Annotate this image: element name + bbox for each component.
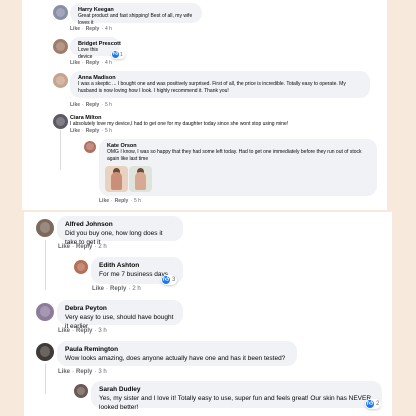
comment-text: I was a skeptic ... I bought one and was… [78,81,346,94]
comments-panel-top: Harry Keegan Great product and fast ship… [22,0,387,210]
comment-bubble: Sarah Dudley Yes, my sister and I love i… [91,381,382,411]
comment-author[interactable]: Edith Ashton [99,262,175,269]
reply-button[interactable]: Reply [76,328,92,334]
comment-actions: Like · Reply · 4 h [70,26,112,32]
reaction-number: 2 [376,401,380,407]
comment-actions: Like · Reply · 5 h [70,102,112,108]
reply-button[interactable]: Reply [115,198,129,204]
reaction-number: 3 [172,277,176,283]
comment-time: 2 h [132,286,141,292]
like-button[interactable]: Like [92,286,104,292]
comment-text: Yes, my sister and I love it! Totally ea… [99,395,372,411]
user-avatar-icon[interactable] [36,303,54,321]
reply-button[interactable]: Reply [86,102,100,108]
user-avatar-icon[interactable] [53,5,68,20]
thread-line [60,130,61,170]
reaction-number: 1 [120,51,123,58]
user-avatar-icon[interactable] [74,260,88,274]
comment-bubble: Harry Keegan Great product and fast ship… [70,3,202,26]
comment-author[interactable]: Paula Remington [65,346,289,353]
thread-line [45,364,46,394]
like-button[interactable]: Like [58,369,70,375]
comment-time: 5 h [133,198,141,204]
comment-text: Love this device [78,47,99,60]
comment-bubble: Debra Peyton Very easy to use, should ha… [57,300,183,330]
user-avatar-icon[interactable] [53,39,68,54]
comment-text: OMG I know, I was so happy that they had… [107,149,362,162]
like-button[interactable]: Like [58,244,70,250]
reply-button[interactable]: Reply [76,369,92,375]
comment-time: 4 h [104,26,112,32]
user-avatar-icon[interactable] [36,219,54,237]
comment-bubble: Alfred Johnson Did you buy one, how long… [57,216,183,246]
comments-panel-bottom: Alfred Johnson Did you buy one, how long… [24,212,392,416]
comment-time: 5 h [104,128,112,134]
thumbs-up-icon: 👍︎ [366,400,374,408]
reply-button[interactable]: Reply [76,244,92,250]
comment-actions: Like · Reply · 2 h [58,244,107,250]
thread-line [45,240,46,290]
photo-icon[interactable] [129,166,152,192]
reaction-count[interactable]: 👍︎ 3 [161,275,178,285]
photo-icon[interactable] [105,166,128,192]
like-button[interactable]: Like [70,60,80,66]
comment-author[interactable]: Alfred Johnson [65,221,175,228]
reply-button[interactable]: Reply [86,128,100,134]
comment-actions: Like · Reply · 5 h [70,128,112,134]
like-button[interactable]: Like [70,26,80,32]
thumbs-up-icon: 👍︎ [112,51,119,58]
like-button[interactable]: Like [99,198,109,204]
user-avatar-icon[interactable] [84,141,96,153]
reaction-count[interactable]: 👍︎ 2 [365,399,382,409]
thumbs-up-icon: 👍︎ [162,276,170,284]
like-button[interactable]: Like [58,328,70,334]
comment-time: 3 h [98,369,107,375]
like-button[interactable]: Like [70,128,80,134]
user-avatar-icon[interactable] [53,73,68,88]
comment-actions: Like · Reply · 5 h [99,198,141,204]
comment-time: 3 h [98,328,107,334]
comment-author[interactable]: Debra Peyton [65,305,175,312]
reaction-count[interactable]: 👍︎ 1 [111,50,125,59]
user-avatar-icon[interactable] [74,384,88,398]
comment-actions: Like · Reply · 2 h [92,286,141,292]
like-button[interactable]: Like [70,102,80,108]
comment-time: 5 h [104,102,112,108]
comment-text: I absolutely love my device,I had to get… [70,121,289,127]
comment-bubble: Anna Madison I was a skeptic ... I bough… [70,71,370,98]
user-avatar-icon[interactable] [36,343,54,361]
comment-actions: Like · Reply · 4 h [70,60,112,66]
user-avatar-icon[interactable] [53,114,68,129]
reply-button[interactable]: Reply [86,26,100,32]
comment-text: Wow looks amazing, does anyone actually … [65,355,286,362]
comment-bubble: Paula Remington Wow looks amazing, does … [57,341,297,366]
comment-actions: Like · Reply · 3 h [58,369,107,375]
comment-text: Great product and fast shipping! Best of… [78,13,193,26]
comment-time: 4 h [104,60,112,66]
comment-time: 2 h [98,244,107,250]
comment-actions: Like · Reply · 3 h [58,328,107,334]
reply-button[interactable]: Reply [110,286,126,292]
comment-author[interactable]: Sarah Dudley [99,386,374,393]
reply-button[interactable]: Reply [86,60,100,66]
